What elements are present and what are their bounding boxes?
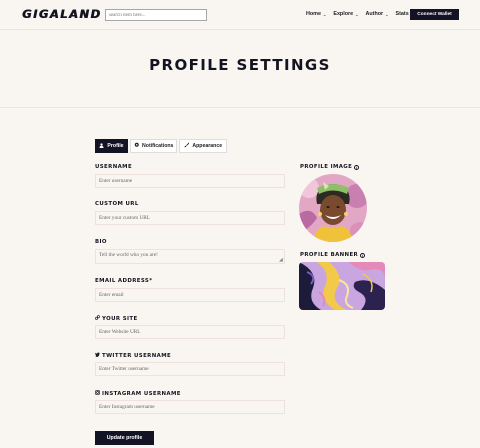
profile-image-label: PROFILE IMAGE i xyxy=(300,164,360,170)
resize-handle-icon[interactable]: ◢ xyxy=(279,257,283,263)
username-label: USERNAME xyxy=(95,164,133,170)
email-label: EMAIL ADDRESS* xyxy=(95,278,153,284)
info-icon[interactable]: i xyxy=(360,252,366,258)
settings-tabs: Profile Notifications Appearance xyxy=(95,139,229,153)
website-input[interactable] xyxy=(95,325,285,339)
nav-item-author[interactable]: Author ⌄ xyxy=(365,11,388,17)
page-title: PROFILE SETTINGS xyxy=(149,56,331,74)
site-logo[interactable]: GIGALAND xyxy=(22,7,101,21)
twitter-label: TWITTER USERNAME xyxy=(95,352,171,359)
profile-image-label-text: PROFILE IMAGE xyxy=(300,164,353,170)
brush-icon xyxy=(184,142,190,150)
custom-url-label: CUSTOM URL xyxy=(95,201,139,207)
update-profile-button[interactable]: Update profile xyxy=(95,431,154,445)
profile-banner-label: PROFILE BANNER i xyxy=(300,252,366,258)
bio-label: BIO xyxy=(95,239,107,245)
gear-icon xyxy=(134,142,140,150)
chevron-down-icon: ⌄ xyxy=(355,11,359,17)
user-icon xyxy=(99,142,104,150)
nav-item-label: Stats xyxy=(395,11,409,17)
chevron-down-icon: ⌄ xyxy=(385,11,389,17)
instagram-label: INSTAGRAM USERNAME xyxy=(95,390,181,397)
tab-label: Appearance xyxy=(192,143,223,149)
nav-item-home[interactable]: Home ⌄ xyxy=(306,11,326,17)
your-site-label-text: YOUR SITE xyxy=(102,315,138,322)
info-icon[interactable]: i xyxy=(354,164,360,170)
profile-image[interactable] xyxy=(299,174,367,242)
nav-item-label: Home xyxy=(306,11,321,17)
twitter-input[interactable] xyxy=(95,362,285,376)
tab-notifications[interactable]: Notifications xyxy=(130,139,177,153)
instagram-icon xyxy=(95,390,100,397)
link-icon xyxy=(94,315,101,322)
instagram-input[interactable] xyxy=(95,400,285,414)
tab-label: Profile xyxy=(107,143,124,149)
profile-banner-label-text: PROFILE BANNER xyxy=(300,252,359,258)
profile-banner[interactable] xyxy=(299,262,385,310)
main-nav: Home ⌄ Explore ⌄ Author ⌄ Stats ⌄ xyxy=(306,11,421,17)
nav-item-explore[interactable]: Explore ⌄ xyxy=(333,11,358,17)
tab-label: Notifications xyxy=(142,143,174,149)
connect-wallet-button[interactable]: Connect Wallet xyxy=(410,9,459,20)
top-header: GIGALAND Home ⌄ Explore ⌄ Author ⌄ Stats… xyxy=(0,0,480,30)
username-input[interactable] xyxy=(95,174,285,188)
chevron-down-icon: ⌄ xyxy=(322,11,327,17)
nav-item-label: Explore xyxy=(333,11,354,17)
email-input[interactable] xyxy=(95,288,285,302)
search-input[interactable] xyxy=(105,9,207,21)
custom-url-input[interactable] xyxy=(95,211,285,225)
tab-appearance[interactable]: Appearance xyxy=(179,139,227,153)
nav-item-label: Author xyxy=(365,11,384,17)
bio-textarea[interactable] xyxy=(95,249,285,264)
tab-profile[interactable]: Profile xyxy=(95,139,128,153)
instagram-label-text: INSTAGRAM USERNAME xyxy=(102,390,181,397)
twitter-icon xyxy=(95,352,100,359)
twitter-label-text: TWITTER USERNAME xyxy=(102,352,172,359)
your-site-label: YOUR SITE xyxy=(94,315,138,322)
